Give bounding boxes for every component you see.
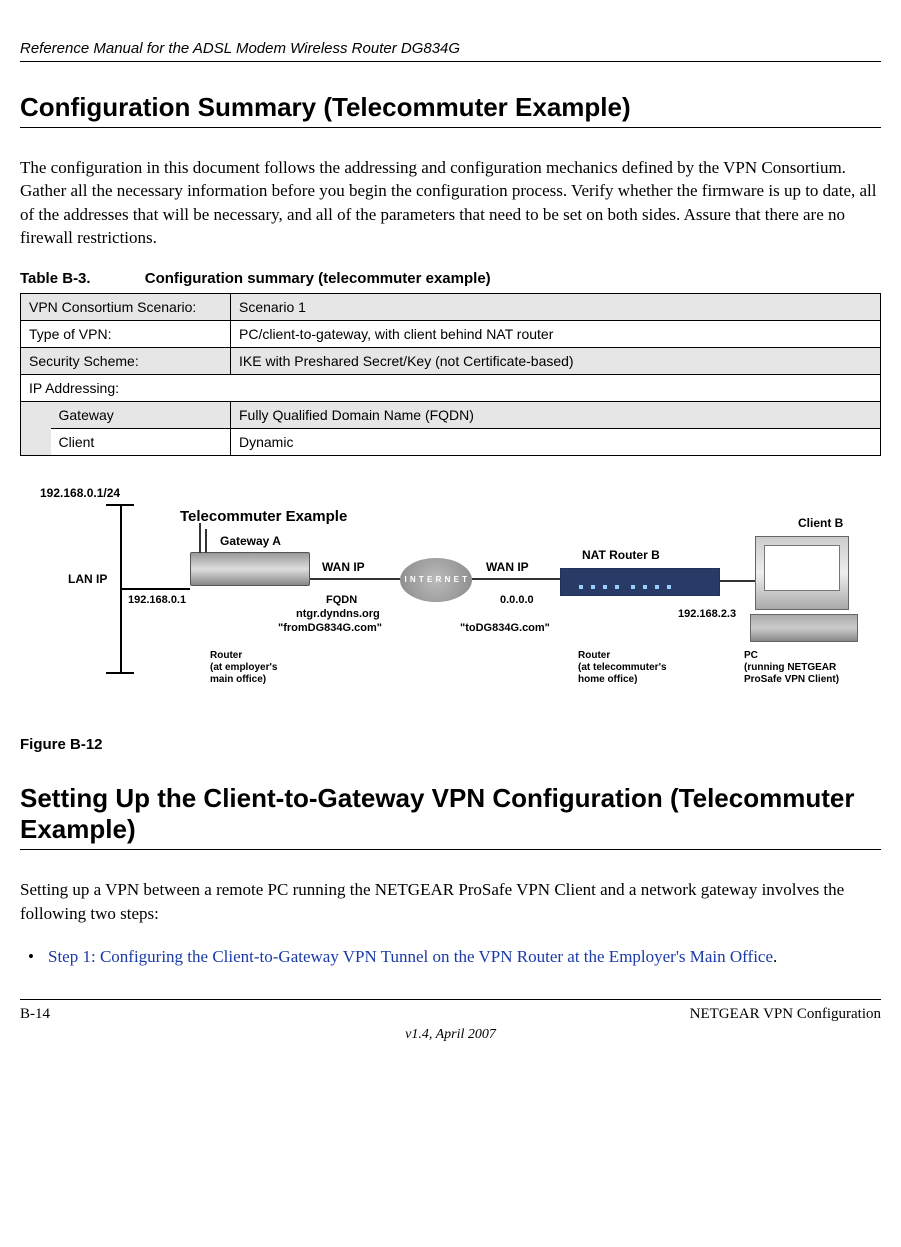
heading-rule <box>20 127 881 128</box>
cell-val: Fully Qualified Domain Name (FQDN) <box>231 401 881 428</box>
cloud-label: I N T E R N E T <box>400 558 472 602</box>
wire-icon <box>472 578 560 580</box>
nat-router-b-label: NAT Router B <box>582 548 660 562</box>
wire-icon <box>720 580 755 582</box>
table-row: VPN Consortium Scenario:Scenario 1 <box>21 293 881 320</box>
to-name: "toDG834G.com" <box>460 622 550 634</box>
section-heading: Setting Up the Client-to-Gateway VPN Con… <box>20 783 881 845</box>
internet-cloud-icon: I N T E R N E T <box>400 558 472 602</box>
table-caption: Table B-3. Configuration summary (teleco… <box>20 270 881 287</box>
wan-ip-b-value: 0.0.0.0 <box>500 594 534 606</box>
note-b3: home office) <box>578 674 637 685</box>
figure-caption: Figure B-12 <box>20 736 881 753</box>
section-heading: Configuration Summary (Telecommuter Exam… <box>20 92 881 123</box>
note-a3: main office) <box>210 674 266 685</box>
cell-val: Scenario 1 <box>231 293 881 320</box>
table-row: Type of VPN:PC/client-to-gateway, with c… <box>21 320 881 347</box>
note-c2: (running NETGEAR <box>744 662 836 673</box>
lan-ip-value: 192.168.0.1 <box>128 594 186 606</box>
page-footer: B-14 NETGEAR VPN Configuration <box>20 999 881 1023</box>
cell-key: Type of VPN: <box>21 320 231 347</box>
cell-key: Gateway <box>51 401 231 428</box>
table-row: IP Addressing: <box>21 374 881 401</box>
gateway-a-icon <box>190 552 310 586</box>
cell-val: Dynamic <box>231 428 881 455</box>
wan-ip-label-a: WAN IP <box>322 560 365 574</box>
step-list: Step 1: Configuring the Client-to-Gatewa… <box>20 945 881 968</box>
list-item: Step 1: Configuring the Client-to-Gatewa… <box>20 945 881 968</box>
cell-key: Client <box>51 428 231 455</box>
cell-val: IKE with Preshared Secret/Key (not Certi… <box>231 347 881 374</box>
footer-page-num: B-14 <box>20 1006 50 1023</box>
from-name: "fromDG834G.com" <box>278 622 382 634</box>
fqdn-label: FQDN <box>326 594 357 606</box>
cell-key: VPN Consortium Scenario: <box>21 293 231 320</box>
indent-cell <box>21 401 51 455</box>
body-paragraph: Setting up a VPN between a remote PC run… <box>20 878 881 925</box>
table-row: Security Scheme:IKE with Preshared Secre… <box>21 347 881 374</box>
running-header: Reference Manual for the ADSL Modem Wire… <box>20 40 881 62</box>
note-c1: PC <box>744 650 758 661</box>
lan-segment <box>20 504 140 674</box>
table-title: Configuration summary (telecommuter exam… <box>145 270 491 287</box>
footer-version: v1.4, April 2007 <box>20 1027 881 1043</box>
note-b1: Router <box>578 650 610 661</box>
note-a2: (at employer's <box>210 662 277 673</box>
table-row: GatewayFully Qualified Domain Name (FQDN… <box>21 401 881 428</box>
note-b2: (at telecommuter's <box>578 662 667 673</box>
client-b-monitor-icon <box>755 536 849 610</box>
cell-key: IP Addressing: <box>21 374 881 401</box>
wire-icon <box>310 578 400 580</box>
footer-section: NETGEAR VPN Configuration <box>690 1006 881 1023</box>
nat-router-b-icon <box>560 568 720 596</box>
table-row: ClientDynamic <box>21 428 881 455</box>
lan-ip-label: LAN IP <box>68 572 107 586</box>
wan-ip-label-b: WAN IP <box>486 560 529 574</box>
diagram-title: Telecommuter Example <box>180 508 347 525</box>
client-b-base-icon <box>750 614 858 642</box>
note-c3: ProSafe VPN Client) <box>744 674 839 685</box>
intro-paragraph: The configuration in this document follo… <box>20 156 881 250</box>
cell-val: PC/client-to-gateway, with client behind… <box>231 320 881 347</box>
step1-link[interactable]: Step 1: Configuring the Client-to-Gatewa… <box>48 947 773 966</box>
gateway-a-label: Gateway A <box>220 534 281 548</box>
cell-key: Security Scheme: <box>21 347 231 374</box>
note-a1: Router <box>210 650 242 661</box>
heading-rule <box>20 849 881 850</box>
table-number: Table B-3. <box>20 270 91 287</box>
step1-suffix: . <box>773 947 777 966</box>
fqdn-value: ntgr.dyndns.org <box>296 608 380 620</box>
client-b-label: Client B <box>798 516 843 530</box>
config-table: VPN Consortium Scenario:Scenario 1 Type … <box>20 293 881 456</box>
subnet-label: 192.168.0.1/24 <box>40 486 120 500</box>
network-diagram: 192.168.0.1/24 Telecommuter Example LAN … <box>20 486 880 726</box>
client-ip-value: 192.168.2.3 <box>678 608 736 620</box>
